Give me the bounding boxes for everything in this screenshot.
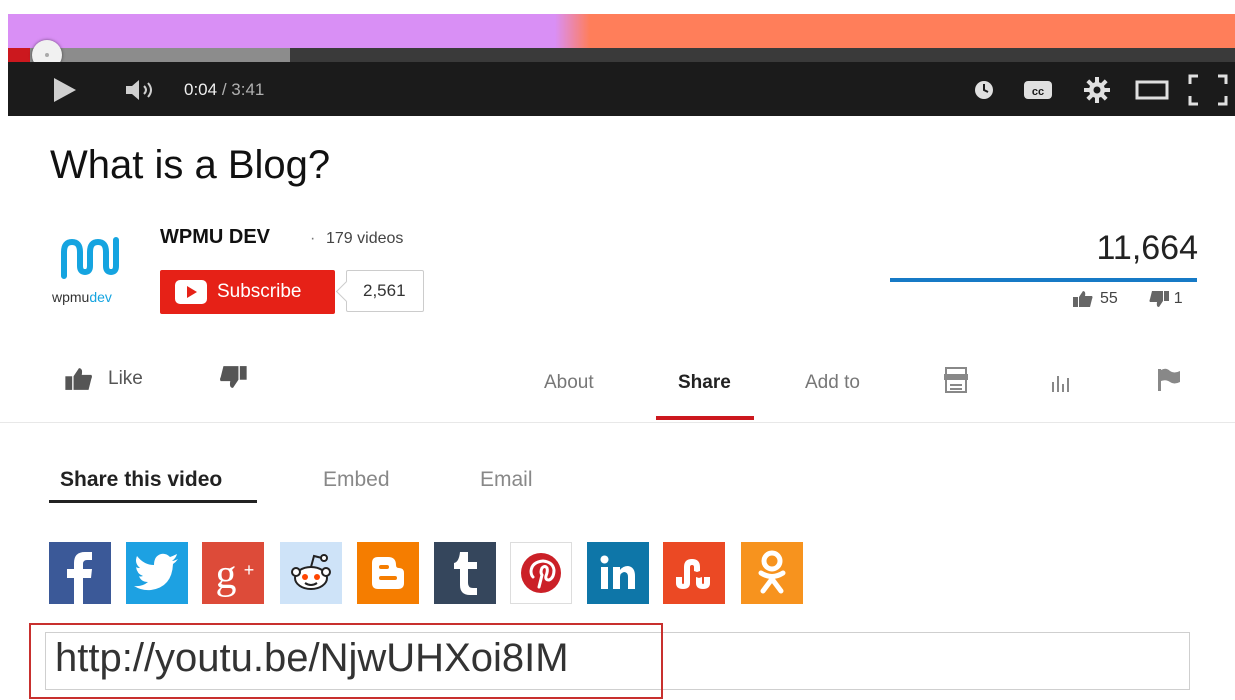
like-dislike-counts: 55 1 xyxy=(1072,290,1183,308)
svg-text:g: g xyxy=(216,552,237,598)
subtab-share-this-video[interactable]: Share this video xyxy=(60,468,222,492)
volume-button[interactable] xyxy=(123,76,163,104)
statistics-icon xyxy=(1052,376,1069,392)
watch-later-button[interactable] xyxy=(970,76,998,104)
captions-button[interactable]: cc xyxy=(1020,76,1056,104)
time-separator: / xyxy=(217,80,232,99)
theater-mode-button[interactable] xyxy=(1132,76,1172,104)
tab-share[interactable]: Share xyxy=(678,372,731,394)
subscriber-count: 2,561 xyxy=(346,270,424,312)
video-title: What is a Blog? xyxy=(50,143,331,187)
youtube-play-icon xyxy=(175,280,207,304)
clock-icon xyxy=(975,81,993,99)
channel-video-count[interactable]: 179 videos xyxy=(326,230,403,248)
tab-share-underline xyxy=(656,416,754,420)
stumbleupon-icon xyxy=(676,559,710,589)
transcript-button[interactable] xyxy=(944,366,968,399)
thumbs-up-icon xyxy=(65,368,92,390)
thumbs-up-small-icon xyxy=(1073,291,1093,307)
odnoklassniki-icon xyxy=(758,550,786,594)
duration: 3:41 xyxy=(231,80,265,99)
share-facebook-button[interactable] xyxy=(49,542,111,604)
channel-separator: · xyxy=(310,230,316,247)
wpmudev-logo-icon xyxy=(61,237,119,279)
time-display: 0:04 / 3:41 xyxy=(184,80,264,100)
likes-count: 55 xyxy=(1100,290,1118,307)
thumbs-down-small-icon xyxy=(1149,291,1169,307)
share-blogger-button[interactable] xyxy=(357,542,419,604)
subtab-email[interactable]: Email xyxy=(480,468,533,492)
statistics-button[interactable] xyxy=(1050,372,1074,399)
play-icon xyxy=(54,78,76,102)
progress-played xyxy=(8,48,30,62)
like-dislike-bar xyxy=(890,278,1197,282)
svg-text:+: + xyxy=(244,560,255,580)
logo-text-dev: dev xyxy=(89,289,112,305)
share-google-plus-button[interactable]: g + xyxy=(202,542,264,604)
dislike-button[interactable] xyxy=(218,364,248,395)
play-button[interactable] xyxy=(48,76,82,104)
page-top-strip xyxy=(0,0,1235,14)
reddit-icon xyxy=(291,554,331,590)
tab-about[interactable]: About xyxy=(544,372,594,394)
dislikes-count-item: 1 xyxy=(1148,290,1183,308)
closed-captions-icon: cc xyxy=(1024,81,1052,99)
google-plus-icon: g + xyxy=(216,552,255,598)
share-odnoklassniki-button[interactable] xyxy=(741,542,803,604)
flag-icon xyxy=(1158,368,1180,391)
share-twitter-button[interactable] xyxy=(126,542,188,604)
share-tumblr-button[interactable] xyxy=(434,542,496,604)
share-reddit-button[interactable] xyxy=(280,542,342,604)
facebook-icon xyxy=(67,552,92,604)
url-highlight-box xyxy=(29,623,663,699)
like-label: Like xyxy=(108,368,143,389)
share-stumbleupon-button[interactable] xyxy=(663,542,725,604)
likes-count-item: 55 xyxy=(1072,290,1118,308)
action-bar-divider xyxy=(0,422,1235,423)
thumbs-down-icon xyxy=(220,366,247,388)
transcript-icon xyxy=(944,367,968,393)
subtab-active-underline xyxy=(49,500,257,503)
fullscreen-icon xyxy=(1188,74,1228,106)
fullscreen-button[interactable] xyxy=(1186,73,1230,107)
channel-logo-text: wpmudev xyxy=(52,289,112,305)
dislikes-count: 1 xyxy=(1173,290,1183,307)
subtab-embed[interactable]: Embed xyxy=(323,468,390,492)
subscribe-button[interactable]: Subscribe xyxy=(160,270,335,314)
report-button[interactable] xyxy=(1156,367,1182,398)
player-controls: 0:04 / 3:41 cc xyxy=(8,62,1235,116)
settings-button[interactable] xyxy=(1080,74,1114,106)
svg-text:cc: cc xyxy=(1032,86,1044,98)
pinterest-icon xyxy=(521,553,561,593)
channel-name[interactable]: WPMU DEV xyxy=(160,226,270,249)
subscribe-label: Subscribe xyxy=(217,281,302,302)
tab-add-to[interactable]: Add to xyxy=(805,372,860,394)
like-button[interactable]: Like xyxy=(64,366,143,392)
tumblr-icon xyxy=(454,552,477,595)
volume-icon xyxy=(126,80,152,100)
linkedin-icon xyxy=(600,555,635,589)
share-linkedin-button[interactable] xyxy=(587,542,649,604)
current-time: 0:04 xyxy=(184,80,218,99)
share-pinterest-button[interactable] xyxy=(510,542,572,604)
logo-text-wpmu: wpmu xyxy=(52,289,90,305)
blogger-icon xyxy=(372,557,404,589)
theater-mode-icon xyxy=(1135,80,1169,100)
progress-bar[interactable] xyxy=(8,48,1235,62)
page-left-strip xyxy=(0,0,8,116)
view-count: 11,664 xyxy=(1096,229,1198,267)
twitter-icon xyxy=(134,553,178,591)
gear-icon xyxy=(1084,77,1110,103)
